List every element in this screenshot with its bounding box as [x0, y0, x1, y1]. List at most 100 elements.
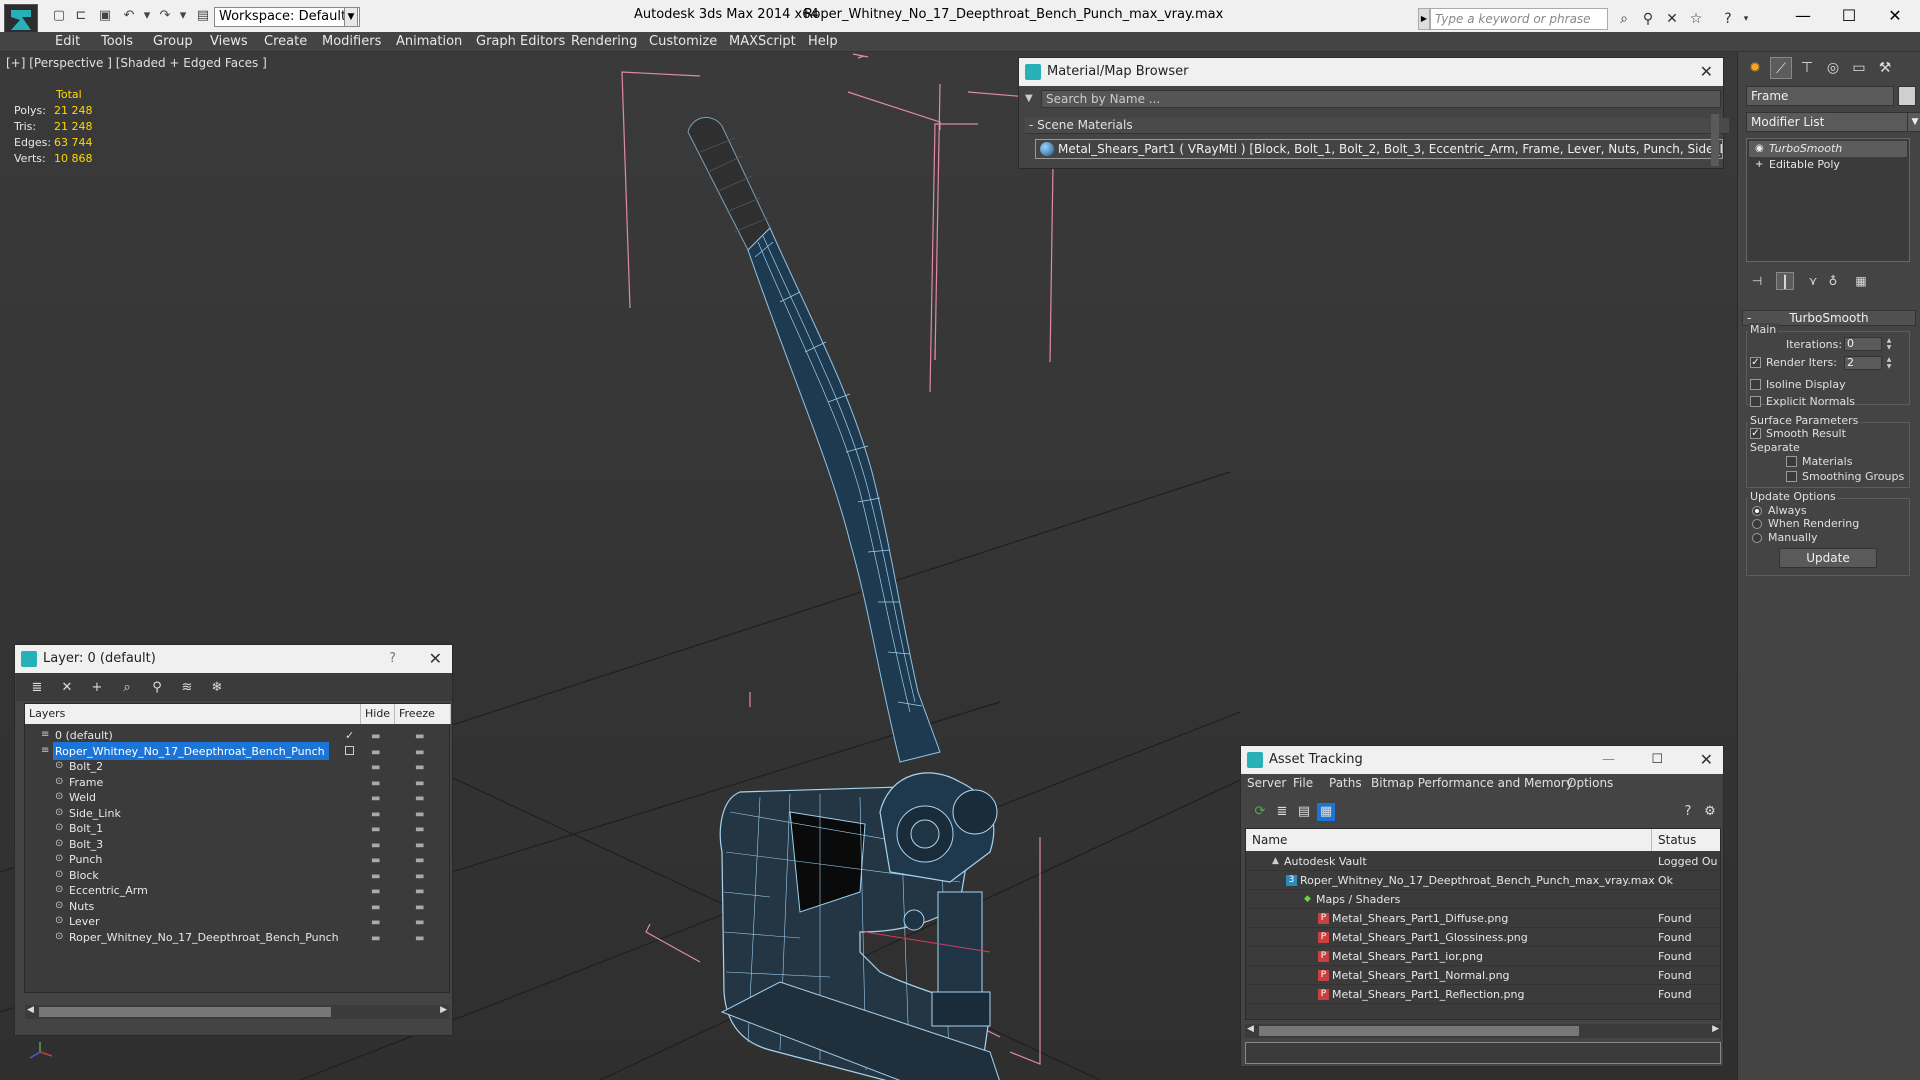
object-name-field[interactable]: Frame [1746, 86, 1894, 106]
undo-icon[interactable]: ↶ [120, 8, 138, 24]
explicit-normals-checkbox[interactable] [1750, 396, 1761, 407]
render-iters-spinner[interactable]: 2 [1844, 356, 1882, 370]
asset-menu-server[interactable]: Server [1247, 776, 1286, 790]
asset-row[interactable]: ◆ Maps / Shaders [1246, 890, 1720, 909]
maximize-button[interactable]: ☐ [1826, 2, 1872, 30]
close-window-button[interactable]: ✕ [1872, 2, 1918, 30]
minimize-button[interactable]: — [1780, 2, 1826, 30]
vertical-scrollbar[interactable] [1711, 114, 1719, 166]
hide-toggle-icon[interactable]: ▬ [371, 929, 380, 948]
asset-row[interactable]: ▲ Autodesk Vault Logged Ou [1246, 852, 1720, 871]
workspace-dropdown[interactable]: Workspace: Default▾ [214, 7, 360, 27]
menu-maxscript[interactable]: MAXScript [729, 34, 796, 49]
subscription-icon[interactable]: ⚲ [1638, 9, 1658, 29]
asset-row[interactable]: P Metal_Shears_Part1_Diffuse.png Found [1246, 909, 1720, 928]
iterations-spinner[interactable]: 0 [1844, 337, 1882, 351]
smooth-result-checkbox[interactable]: ✓ [1750, 428, 1761, 439]
always-radio[interactable] [1752, 506, 1762, 516]
scroll-right-icon[interactable]: ▶ [440, 1005, 447, 1015]
name-column-header[interactable]: Name [1246, 829, 1652, 851]
menu-modifiers[interactable]: Modifiers [322, 34, 381, 49]
scrollbar-thumb[interactable] [1259, 1026, 1579, 1036]
create-tab-sun-icon[interactable]: ✹ [1744, 57, 1766, 79]
help-dropdown-icon[interactable]: ▾ [1736, 9, 1756, 29]
help-icon[interactable]: ? [1718, 9, 1738, 29]
hide-all-layers-icon[interactable]: ≋ [178, 679, 196, 697]
layers-column-header[interactable]: Layers [25, 704, 361, 724]
quick-access-dropdown-button[interactable]: ▼ [344, 7, 358, 27]
hide-column-header[interactable]: Hide [361, 704, 395, 724]
spinner-arrows-icon[interactable]: ▲ ▼ [1885, 337, 1893, 351]
grid-view-icon[interactable]: ▦ [1317, 803, 1335, 821]
menu-create[interactable]: Create [264, 34, 307, 49]
undo-dropdown-icon[interactable]: ▾ [138, 8, 156, 24]
freeze-all-layers-icon[interactable]: ❄ [208, 679, 226, 697]
asset-row[interactable]: P Metal_Shears_Part1_ior.png Found [1246, 947, 1720, 966]
status-column-header[interactable]: Status [1652, 829, 1720, 851]
menu-graph-editors[interactable]: Graph Editors [476, 34, 565, 49]
viewport-label[interactable]: [+] [Perspective ] [Shaded + Edged Faces… [6, 56, 267, 70]
pin-stack-icon[interactable]: ⊣ [1748, 272, 1766, 290]
close-icon[interactable]: ✕ [1700, 58, 1713, 86]
asset-menu-bitmap-performance[interactable]: Bitmap Performance and Memory [1371, 776, 1573, 790]
list-view-icon[interactable]: ≣ [1273, 803, 1291, 821]
asset-row[interactable]: P Metal_Shears_Part1_Normal.png Found [1246, 966, 1720, 985]
menu-tools[interactable]: Tools [101, 34, 133, 49]
material-entry[interactable]: Metal_Shears_Part1 ( VRayMtl ) [Block, B… [1035, 139, 1723, 159]
menu-help[interactable]: Help [808, 34, 838, 49]
highlight-selected-icon[interactable]: ⚲ [148, 679, 166, 697]
horizontal-scrollbar[interactable]: ◀ ▶ [25, 1005, 449, 1019]
freeze-column-header[interactable]: Freeze [395, 704, 451, 724]
scrollbar-thumb[interactable] [39, 1007, 331, 1017]
asset-menu-paths[interactable]: Paths [1329, 776, 1362, 790]
table-view-icon[interactable]: ▤ [1295, 803, 1313, 821]
material-browser-titlebar[interactable]: Material/Map Browser ✕ [1019, 58, 1723, 86]
help-icon[interactable]: ? [1679, 803, 1697, 821]
render-iters-checkbox[interactable]: ✓ [1750, 357, 1761, 368]
scene-materials-group[interactable]: - Scene Materials [1025, 118, 1729, 134]
maximize-icon[interactable]: ☐ [1651, 746, 1663, 774]
menu-animation[interactable]: Animation [396, 34, 462, 49]
save-file-icon[interactable]: ▣ [96, 8, 114, 24]
object-color-swatch[interactable] [1898, 86, 1916, 106]
new-file-icon[interactable]: ▢ [50, 8, 68, 24]
asset-path-field[interactable] [1245, 1042, 1721, 1064]
menu-edit[interactable]: Edit [55, 34, 80, 49]
modifier-list-dropdown[interactable]: Modifier List ▼ [1746, 112, 1920, 132]
make-unique-icon[interactable]: ⋎ [1804, 272, 1822, 290]
redo-icon[interactable]: ↷ [156, 8, 174, 24]
close-icon[interactable]: ✕ [1700, 746, 1713, 774]
open-file-icon[interactable]: ⊏ [72, 8, 90, 24]
favorites-star-icon[interactable]: ☆ [1686, 9, 1706, 29]
menu-group[interactable]: Group [153, 34, 193, 49]
scroll-right-icon[interactable]: ▶ [1712, 1024, 1719, 1034]
smoothing-groups-checkbox[interactable] [1786, 471, 1797, 482]
configure-modifier-sets-icon[interactable]: ▦ [1852, 272, 1870, 290]
menu-rendering[interactable]: Rendering [571, 34, 637, 49]
spinner-arrows-icon[interactable]: ▲ ▼ [1885, 356, 1893, 370]
search-options-icon[interactable]: ▼ [1025, 93, 1033, 104]
asset-menu-options[interactable]: Options [1567, 776, 1613, 790]
help-icon[interactable]: ? [389, 645, 396, 673]
scroll-left-icon[interactable]: ◀ [27, 1005, 34, 1015]
remove-modifier-icon[interactable]: ♁ [1824, 272, 1842, 290]
asset-row[interactable]: P Metal_Shears_Part1_Glossiness.png Found [1246, 928, 1720, 947]
scroll-left-icon[interactable]: ◀ [1247, 1024, 1254, 1034]
asset-tracking-titlebar[interactable]: Asset Tracking — ☐ ✕ [1241, 746, 1723, 774]
asset-menu-file[interactable]: File [1293, 776, 1313, 790]
modify-tab-icon[interactable]: ⟋ [1770, 57, 1792, 79]
close-icon[interactable]: ✕ [429, 645, 442, 673]
redo-dropdown-icon[interactable]: ▾ [174, 8, 192, 24]
motion-tab-icon[interactable]: ◎ [1822, 57, 1844, 79]
materials-checkbox[interactable] [1786, 456, 1797, 467]
utilities-tab-icon[interactable]: ⚒ [1874, 57, 1896, 79]
asset-row[interactable]: 3 Roper_Whitney_No_17_Deepthroat_Bench_Pu… [1246, 871, 1720, 890]
add-to-layer-icon[interactable]: + [88, 679, 106, 697]
material-search-input[interactable]: Search by Name ... [1041, 90, 1721, 108]
communication-center-icon[interactable]: ✕ [1662, 9, 1682, 29]
menu-views[interactable]: Views [210, 34, 248, 49]
layer-row[interactable]: ⊙ Roper_Whitney_No_17_Deepthroat_Bench_Pu… [25, 928, 449, 947]
horizontal-scrollbar[interactable]: ◀ ▶ [1245, 1024, 1721, 1038]
delete-layer-icon[interactable]: ✕ [58, 679, 76, 697]
when-rendering-radio[interactable] [1752, 519, 1762, 529]
